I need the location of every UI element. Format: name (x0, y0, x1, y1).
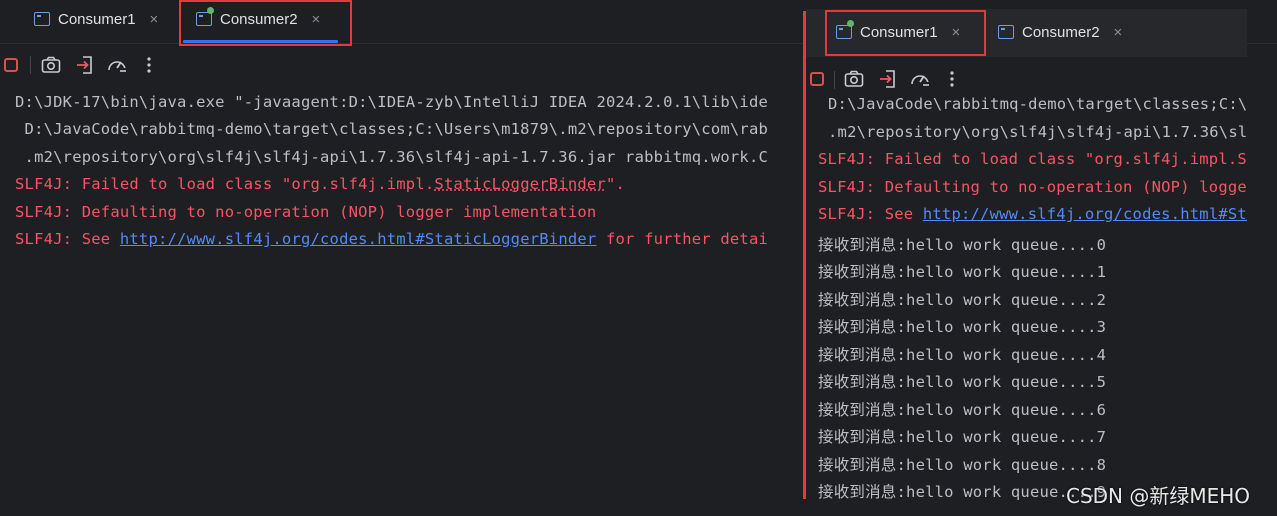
exit-icon[interactable] (74, 54, 96, 76)
tab-consumer1[interactable]: Consumer1 × (34, 1, 158, 37)
close-icon[interactable]: × (1114, 24, 1123, 41)
right-run-window: Consumer1 × Consumer2 × D:\JavaCode\rabb… (806, 9, 1247, 516)
error-line: SLF4J: Defaulting to no-operation (NOP) … (818, 178, 1247, 196)
slf4j-link[interactable]: http://www.slf4j.org/codes.html#Stati (923, 205, 1247, 223)
error-line: SLF4J: Failed to load class "org.slf4j.i… (818, 150, 1247, 168)
right-console-toolbar (806, 63, 1247, 99)
message-line: 接收到消息:hello work queue....9 (818, 483, 1107, 501)
highlight-box-consumer1 (825, 10, 986, 56)
exit-icon[interactable] (877, 68, 899, 90)
gauge-icon[interactable] (106, 54, 128, 76)
console-line: .m2\repository\org\slf4j\slf4j-api\1.7.3… (828, 123, 1247, 141)
console-line: D:\JavaCode\rabbitmq-demo\target\classes… (828, 95, 1247, 113)
error-line: SLF4J: See http://www.slf4j.org/codes.ht… (818, 205, 1247, 223)
stop-icon[interactable] (0, 54, 22, 76)
slf4j-link[interactable]: http://www.slf4j.org/codes.html#StaticLo… (120, 230, 597, 248)
gauge-icon[interactable] (909, 68, 931, 90)
error-line: SLF4J: Defaulting to no-operation (NOP) … (15, 203, 597, 221)
message-line: 接收到消息:hello work queue....4 (818, 346, 1107, 364)
more-vertical-icon[interactable] (941, 68, 963, 90)
tab-label: Consumer2 (1022, 23, 1100, 41)
message-line: 接收到消息:hello work queue....8 (818, 456, 1107, 474)
console-line: .m2\repository\org\slf4j\slf4j-api\1.7.3… (15, 148, 769, 166)
message-line: 接收到消息:hello work queue....2 (818, 291, 1107, 309)
right-tab-bar: Consumer1 × Consumer2 × (806, 9, 1247, 57)
tab-consumer2[interactable]: Consumer2 × (998, 14, 1122, 50)
message-line: 接收到消息:hello work queue....0 (818, 236, 1107, 254)
more-vertical-icon[interactable] (138, 54, 160, 76)
console-line: D:\JDK-17\bin\java.exe "-javaagent:D:\ID… (15, 93, 769, 111)
toolbar-divider (834, 71, 835, 89)
stop-icon[interactable] (806, 68, 828, 90)
run-config-icon (34, 12, 50, 26)
close-icon[interactable]: × (150, 11, 159, 28)
camera-icon[interactable] (843, 68, 865, 90)
left-console-toolbar (0, 46, 800, 84)
camera-icon[interactable] (40, 54, 62, 76)
message-line: 接收到消息:hello work queue....1 (818, 263, 1107, 281)
tab-label: Consumer1 (58, 10, 136, 28)
toolbar-divider (30, 56, 31, 74)
error-line: SLF4J: See http://www.slf4j.org/codes.ht… (15, 230, 769, 248)
message-line: 接收到消息:hello work queue....5 (818, 373, 1107, 391)
message-line: 接收到消息:hello work queue....6 (818, 401, 1107, 419)
run-config-icon (998, 25, 1014, 39)
console-line: D:\JavaCode\rabbitmq-demo\target\classes… (15, 120, 769, 138)
message-line: 接收到消息:hello work queue....7 (818, 428, 1107, 446)
highlight-box-consumer2 (179, 0, 352, 46)
watermark: CSDN @新绿MEHO (1066, 484, 1251, 508)
error-line: SLF4J: Failed to load class "org.slf4j.i… (15, 175, 626, 193)
message-line: 接收到消息:hello work queue....3 (818, 318, 1107, 336)
